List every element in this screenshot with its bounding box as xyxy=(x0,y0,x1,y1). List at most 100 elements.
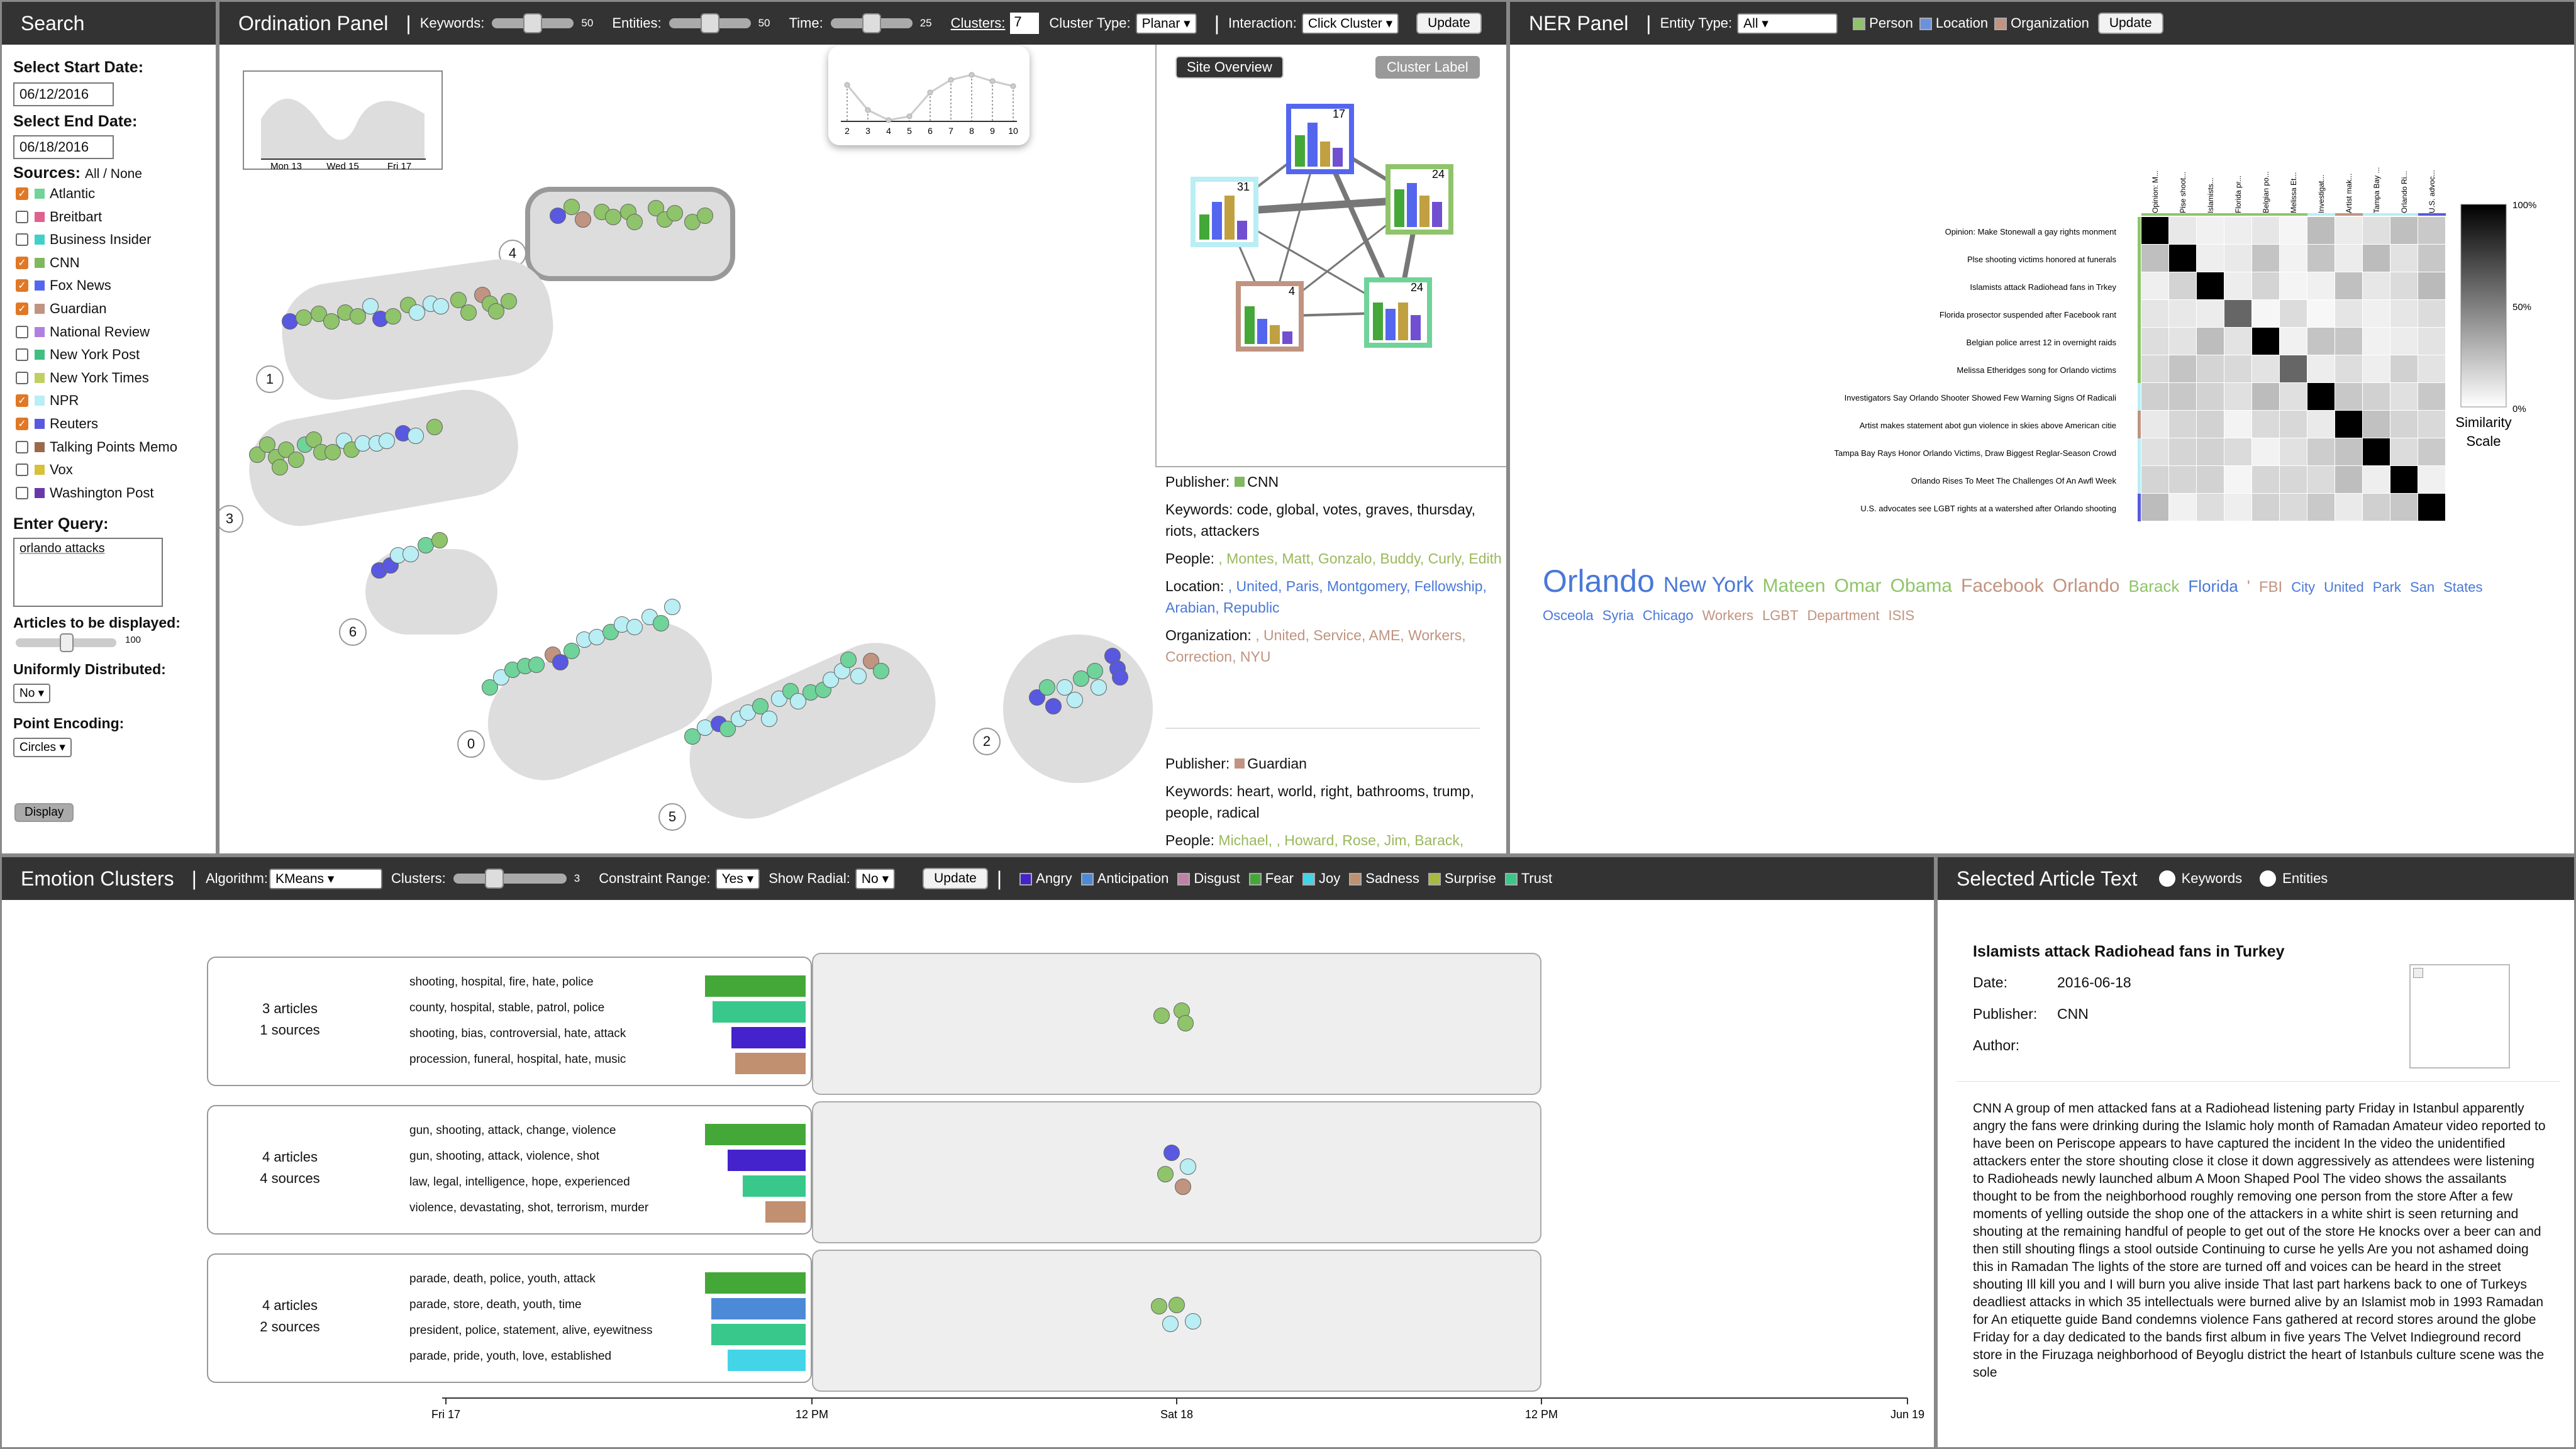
heatmap-cell[interactable] xyxy=(2169,328,2196,355)
source-checkbox[interactable]: ✓ xyxy=(16,256,28,269)
heatmap-cell[interactable] xyxy=(2363,272,2390,299)
cluster-number[interactable]: 6 xyxy=(339,618,367,646)
heatmap-cell[interactable] xyxy=(2307,411,2334,438)
heatmap-cell[interactable] xyxy=(2363,217,2390,244)
heatmap-cell[interactable] xyxy=(2280,411,2307,438)
site-node[interactable]: 24 xyxy=(1364,277,1432,348)
article-point[interactable] xyxy=(1185,1313,1201,1330)
heatmap-cell[interactable] xyxy=(2390,494,2418,521)
article-point[interactable] xyxy=(626,619,643,635)
article-point[interactable] xyxy=(296,309,312,326)
article-point[interactable] xyxy=(1112,669,1128,686)
heatmap-cell[interactable] xyxy=(2363,466,2390,493)
heatmap-cell[interactable] xyxy=(2307,494,2334,521)
entities-radio[interactable] xyxy=(2260,870,2277,887)
entity-word[interactable]: New York xyxy=(1663,572,1754,598)
article-point[interactable] xyxy=(850,668,867,684)
source-item[interactable]: Talking Points Memo xyxy=(16,439,177,455)
heatmap-cell[interactable] xyxy=(2252,411,2279,438)
source-item[interactable]: Washington Post xyxy=(16,485,154,501)
heatmap-cell[interactable] xyxy=(2252,217,2279,244)
heatmap-cell[interactable] xyxy=(2280,355,2307,382)
heatmap-cell[interactable] xyxy=(2363,383,2390,410)
article-point[interactable] xyxy=(460,304,477,321)
heatmap-cell[interactable] xyxy=(2335,272,2362,299)
entity-word[interactable]: Orlando xyxy=(2053,573,2120,599)
article-point[interactable] xyxy=(575,211,591,228)
heatmap-cell[interactable] xyxy=(2197,245,2224,272)
heatmap-cell[interactable] xyxy=(2141,217,2168,244)
site-network[interactable]: 17 31 24 4 24 xyxy=(1157,95,1508,447)
heatmap-cell[interactable] xyxy=(2252,494,2279,521)
elbow-point[interactable] xyxy=(948,77,954,83)
heatmap-cell[interactable] xyxy=(2169,245,2196,272)
heatmap-cell[interactable] xyxy=(2335,300,2362,327)
entity-word[interactable]: Park xyxy=(2373,574,2401,601)
heatmap-cell[interactable] xyxy=(2169,494,2196,521)
heatmap-cell[interactable] xyxy=(2390,272,2418,299)
heatmap-cell[interactable] xyxy=(2390,245,2418,272)
source-checkbox[interactable] xyxy=(16,486,28,499)
heatmap-cell[interactable] xyxy=(2141,466,2168,493)
heatmap-cell[interactable] xyxy=(2169,438,2196,465)
article-point[interactable] xyxy=(873,663,889,679)
heatmap-cell[interactable] xyxy=(2280,217,2307,244)
heatmap-cell[interactable] xyxy=(2307,217,2334,244)
heatmap-cell[interactable] xyxy=(2224,411,2251,438)
heatmap-cell[interactable] xyxy=(2418,217,2445,244)
article-point[interactable] xyxy=(385,308,401,325)
heatmap-cell[interactable] xyxy=(2418,466,2445,493)
article-point[interactable] xyxy=(426,419,443,435)
heatmap-cell[interactable] xyxy=(2169,272,2196,299)
cluster-number[interactable]: 0 xyxy=(457,730,485,758)
emotion-clusters-slider[interactable] xyxy=(453,869,567,889)
heatmap-cell[interactable] xyxy=(2197,466,2224,493)
cluster-region[interactable] xyxy=(1003,635,1153,783)
heatmap-cell[interactable] xyxy=(2418,328,2445,355)
heatmap-cell[interactable] xyxy=(2224,383,2251,410)
heatmap-cell[interactable] xyxy=(2280,494,2307,521)
heatmap-cell[interactable] xyxy=(2169,383,2196,410)
elbow-point[interactable] xyxy=(969,72,975,78)
heatmap-cell[interactable] xyxy=(2141,245,2168,272)
entity-word[interactable]: Omar xyxy=(1835,573,1882,599)
heatmap-cell[interactable] xyxy=(2141,272,2168,299)
heatmap-cell[interactable] xyxy=(2335,245,2362,272)
heatmap-cell[interactable] xyxy=(2390,466,2418,493)
article-info[interactable]: Publisher: CNN Keywords: code, global, vot… xyxy=(1165,471,1505,674)
cluster-number[interactable]: 3 xyxy=(219,505,243,533)
heatmap-cell[interactable] xyxy=(2363,411,2390,438)
article-point[interactable] xyxy=(1151,1298,1167,1314)
heatmap-cell[interactable] xyxy=(2224,466,2251,493)
entity-word[interactable]: FBI xyxy=(2259,574,2282,601)
emotion-cluster-row[interactable]: 4 articles 2 sources parade, death, police… xyxy=(207,1253,812,1383)
entity-word[interactable]: City xyxy=(2291,574,2315,601)
article-point[interactable] xyxy=(761,711,777,727)
elbow-point[interactable] xyxy=(844,82,850,88)
article-point[interactable] xyxy=(697,208,713,224)
heatmap-cell[interactable] xyxy=(2224,438,2251,465)
heatmap-cell[interactable] xyxy=(2197,328,2224,355)
site-node[interactable]: 31 xyxy=(1191,177,1258,247)
source-item[interactable]: ✓ Fox News xyxy=(16,277,111,294)
ordination-canvas[interactable]: Mon 13 Wed 15 Fri 17 2 3 4 5 6 7 8 9 10 4 1 3 6 0 5 2 xyxy=(219,45,1155,853)
article-point[interactable] xyxy=(626,214,643,230)
heatmap-cell[interactable] xyxy=(2252,466,2279,493)
heatmap-cell[interactable] xyxy=(2307,466,2334,493)
entity-word[interactable]: San xyxy=(2410,574,2434,601)
timeline-minichart[interactable]: Mon 13 Wed 15 Fri 17 xyxy=(242,70,443,177)
heatmap-cell[interactable] xyxy=(2252,245,2279,272)
heatmap-cell[interactable] xyxy=(2224,355,2251,382)
end-date-input[interactable]: 06/18/2016 xyxy=(13,135,114,159)
elbow-point[interactable] xyxy=(927,89,933,96)
article-point[interactable] xyxy=(431,532,448,548)
heatmap-cell[interactable] xyxy=(2197,383,2224,410)
update-button[interactable]: Update xyxy=(1416,13,1482,34)
article-point[interactable] xyxy=(1087,663,1103,679)
heatmap-cell[interactable] xyxy=(2390,438,2418,465)
heatmap-cell[interactable] xyxy=(2307,355,2334,382)
emotion-scatter[interactable] xyxy=(812,953,1541,1095)
source-checkbox[interactable]: ✓ xyxy=(16,303,28,315)
entity-word[interactable]: States xyxy=(2443,574,2482,601)
heatmap-cell[interactable] xyxy=(2252,272,2279,299)
